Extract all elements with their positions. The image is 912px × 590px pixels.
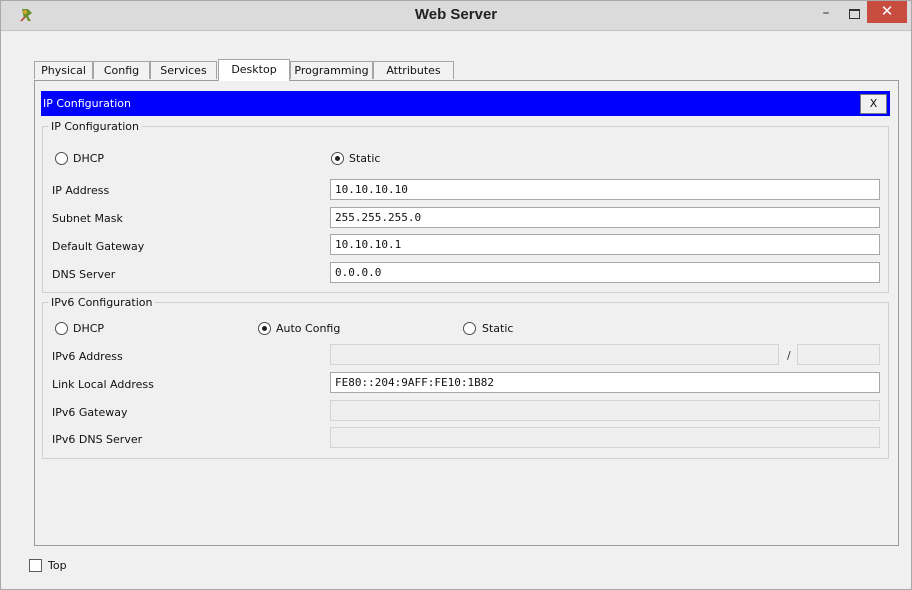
tab-physical[interactable]: Physical xyxy=(34,61,93,79)
subnet-mask-input[interactable]: 255.255.255.0 xyxy=(330,207,880,228)
panel-title: IP Configuration xyxy=(43,97,131,110)
window-title: Web Server xyxy=(414,6,498,23)
ip-configuration-panel: IP Configuration X IP Configuration DHCP… xyxy=(41,91,890,541)
ipv4-static-radio[interactable] xyxy=(331,152,344,165)
ip-address-input[interactable]: 10.10.10.10 xyxy=(330,179,880,200)
link-local-address-label: Link Local Address xyxy=(52,378,154,391)
ipv6-prefix-input[interactable] xyxy=(797,344,880,365)
tab-services[interactable]: Services xyxy=(150,61,217,79)
dns-server-label: DNS Server xyxy=(52,268,116,281)
ipv4-group-legend: IP Configuration xyxy=(51,120,139,133)
panel-close-button[interactable]: X xyxy=(860,94,887,114)
ipv6-gateway-input[interactable] xyxy=(330,400,880,421)
tab-attributes[interactable]: Attributes xyxy=(373,61,454,79)
ipv6-static-label[interactable]: Static xyxy=(482,322,513,335)
ipv6-dns-server-label: IPv6 DNS Server xyxy=(52,433,143,446)
ipv6-dns-server-input[interactable] xyxy=(330,427,880,448)
ipv6-dhcp-radio[interactable] xyxy=(55,322,68,335)
dns-server-input[interactable]: 0.0.0.0 xyxy=(330,262,880,283)
ipv6-static-radio[interactable] xyxy=(463,322,476,335)
maximize-icon xyxy=(849,9,860,19)
tab-config[interactable]: Config xyxy=(93,61,150,79)
ipv6-address-label: IPv6 Address xyxy=(52,350,123,363)
tab-desktop[interactable]: Desktop xyxy=(218,59,290,81)
ip-address-label: IP Address xyxy=(52,184,110,197)
ipv6-auto-config-label[interactable]: Auto Config xyxy=(276,322,340,335)
ipv6-dhcp-label[interactable]: DHCP xyxy=(73,322,104,335)
close-window-button[interactable]: ✕ xyxy=(867,1,907,23)
ipv4-dhcp-label[interactable]: DHCP xyxy=(73,152,104,165)
ipv6-address-input[interactable] xyxy=(330,344,779,365)
subnet-mask-label: Subnet Mask xyxy=(52,212,123,225)
ipv6-gateway-label: IPv6 Gateway xyxy=(52,406,128,419)
ipv4-dhcp-radio[interactable] xyxy=(55,152,68,165)
panel-header: IP Configuration X xyxy=(41,91,890,116)
tab-programming[interactable]: Programming xyxy=(290,61,373,79)
link-local-address-input[interactable]: FE80::204:9AFF:FE10:1B82 xyxy=(330,372,880,393)
top-checkbox[interactable] xyxy=(29,559,42,572)
ipv6-group-legend: IPv6 Configuration xyxy=(51,296,153,309)
ipv6-auto-config-radio[interactable] xyxy=(258,322,271,335)
default-gateway-input[interactable]: 10.10.10.1 xyxy=(330,234,880,255)
top-label[interactable]: Top xyxy=(48,559,67,572)
maximize-button[interactable] xyxy=(843,5,865,23)
default-gateway-label: Default Gateway xyxy=(52,240,145,253)
minimize-button[interactable]: – xyxy=(815,5,837,23)
ipv4-static-label[interactable]: Static xyxy=(349,152,380,165)
prefix-separator: / xyxy=(787,349,791,362)
title-bar[interactable]: Web Server – ✕ xyxy=(1,1,911,31)
